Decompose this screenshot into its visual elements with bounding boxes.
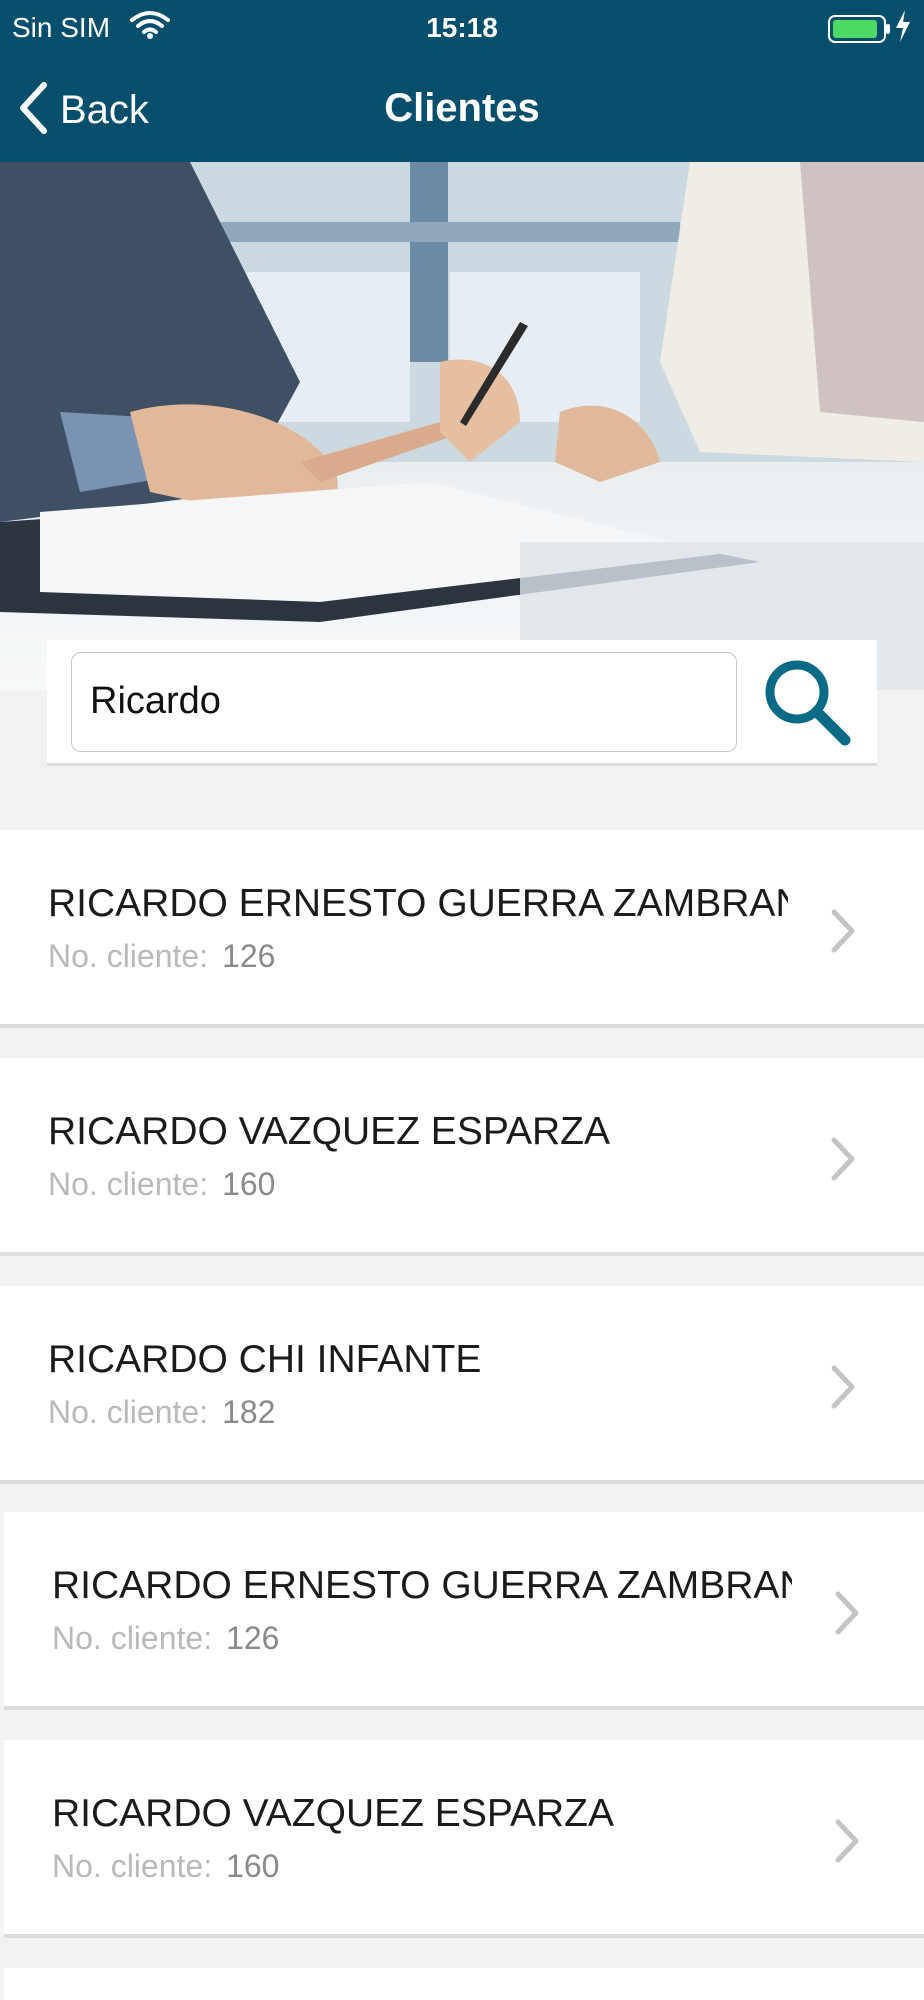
client-row[interactable]: RICARDO ERNESTO GUERRA ZAMBRANO No. clie… (4, 1512, 924, 1710)
client-name: RICARDO CHI INFANTE (48, 1338, 482, 1381)
chevron-right-icon (830, 1136, 856, 1187)
client-number: 182 (222, 1394, 276, 1430)
client-number-label: No. cliente: (52, 1620, 213, 1656)
charging-icon (894, 10, 912, 49)
search-icon (759, 660, 855, 754)
navigation-bar: Back Clientes (0, 56, 924, 162)
client-number-line: No. cliente: 160 (52, 1848, 279, 1885)
client-number-label: No. cliente: (52, 1848, 213, 1884)
client-name: RICARDO ERNESTO GUERRA ZAMBRANO (52, 1564, 792, 1607)
chevron-right-icon (830, 1364, 856, 1415)
chevron-right-icon (834, 1590, 860, 1641)
client-number-line: No. cliente: 182 (48, 1394, 275, 1431)
hero-image (0, 162, 924, 690)
client-number-line: No. cliente: 126 (48, 938, 275, 975)
status-bar: Sin SIM 15:18 (0, 0, 924, 56)
client-number-label: No. cliente: (48, 1394, 209, 1430)
client-row[interactable]: RICARDO ERNESTO GUERRA ZAMBRANO No. clie… (0, 830, 924, 1028)
search-button[interactable] (759, 654, 855, 750)
client-number: 126 (222, 938, 276, 974)
battery-icon (828, 15, 892, 50)
search-input[interactable]: Ricardo (71, 652, 737, 752)
search-card: Ricardo (47, 640, 877, 766)
client-row-partial[interactable] (4, 1968, 924, 2000)
client-number-label: No. cliente: (48, 938, 209, 974)
client-number-line: No. cliente: 126 (52, 1620, 279, 1657)
client-number: 160 (226, 1848, 280, 1884)
client-name: RICARDO ERNESTO GUERRA ZAMBRANO (48, 882, 788, 925)
client-number-line: No. cliente: 160 (48, 1166, 275, 1203)
status-time: 15:18 (426, 12, 498, 43)
page-title: Clientes (384, 86, 540, 130)
client-row[interactable]: RICARDO VAZQUEZ ESPARZA No. cliente: 160 (4, 1740, 924, 1938)
client-row[interactable]: RICARDO VAZQUEZ ESPARZA No. cliente: 160 (0, 1058, 924, 1256)
client-number: 160 (222, 1166, 276, 1202)
client-number: 126 (226, 1620, 280, 1656)
client-number-label: No. cliente: (48, 1166, 209, 1202)
client-row[interactable]: RICARDO CHI INFANTE No. cliente: 182 (0, 1286, 924, 1484)
client-name: RICARDO VAZQUEZ ESPARZA (52, 1792, 614, 1835)
chevron-right-icon (834, 1818, 860, 1869)
chevron-right-icon (830, 908, 856, 959)
client-name: RICARDO VAZQUEZ ESPARZA (48, 1110, 610, 1153)
